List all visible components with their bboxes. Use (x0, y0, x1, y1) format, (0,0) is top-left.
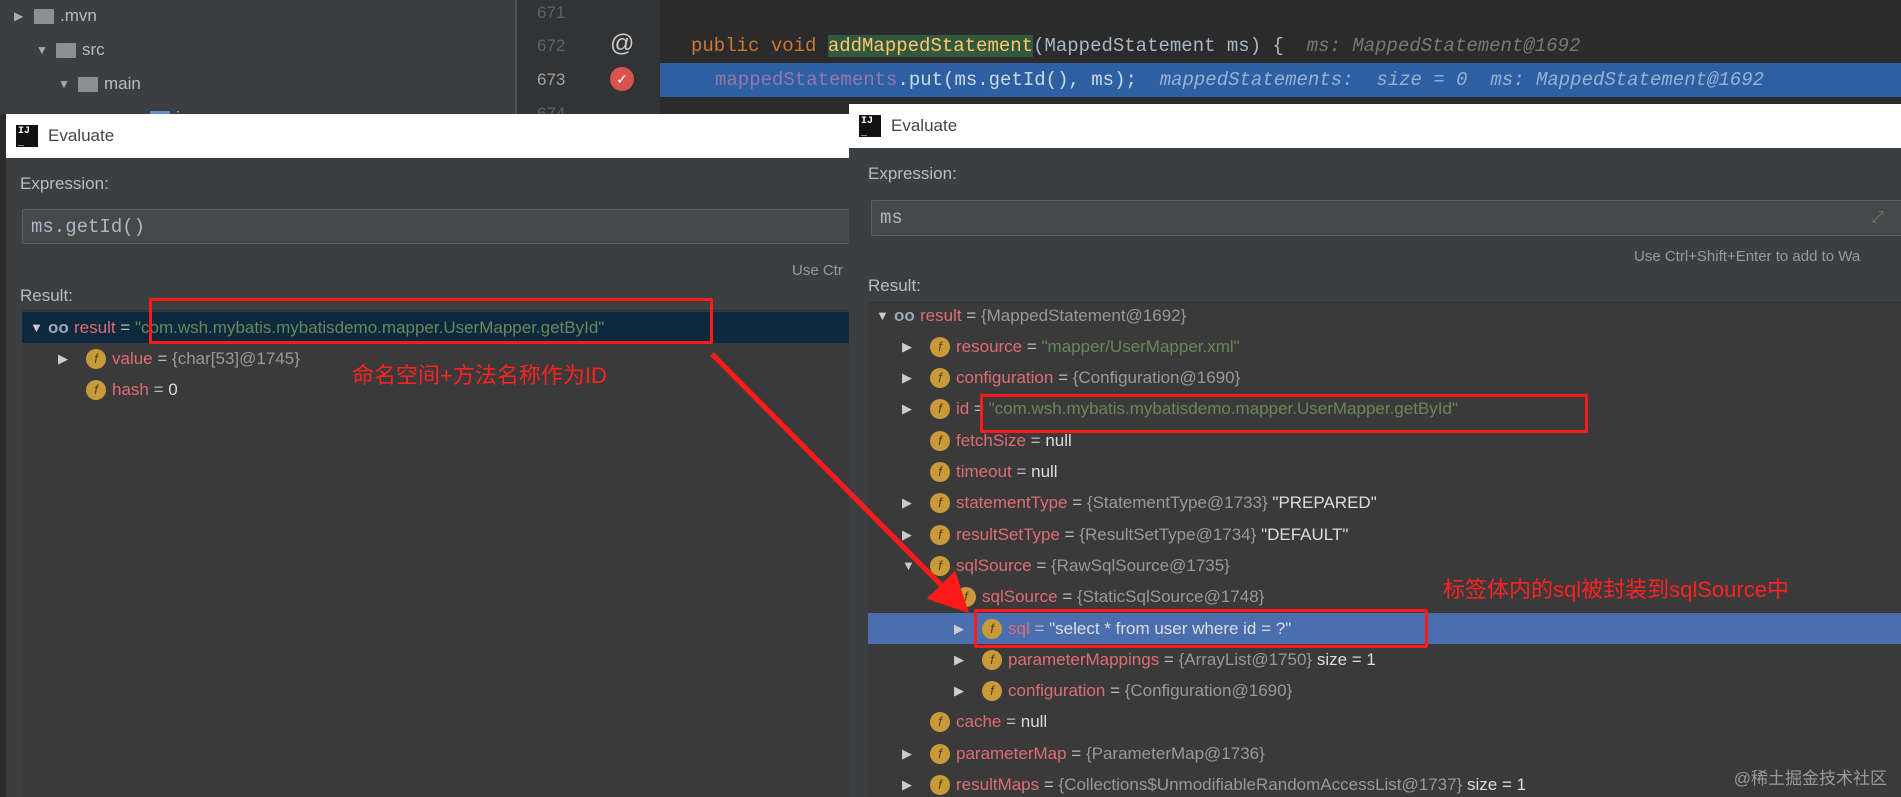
watermark: @稀土掘金技术社区 (1733, 769, 1887, 788)
annotation-note-right: 标签体内的sql被封装到sqlSource中 (1443, 577, 1789, 602)
annotation-arrow (710, 352, 970, 614)
arrow-line (710, 352, 970, 614)
annotation-note-left: 命名空间+方法名称作为ID (352, 363, 607, 388)
